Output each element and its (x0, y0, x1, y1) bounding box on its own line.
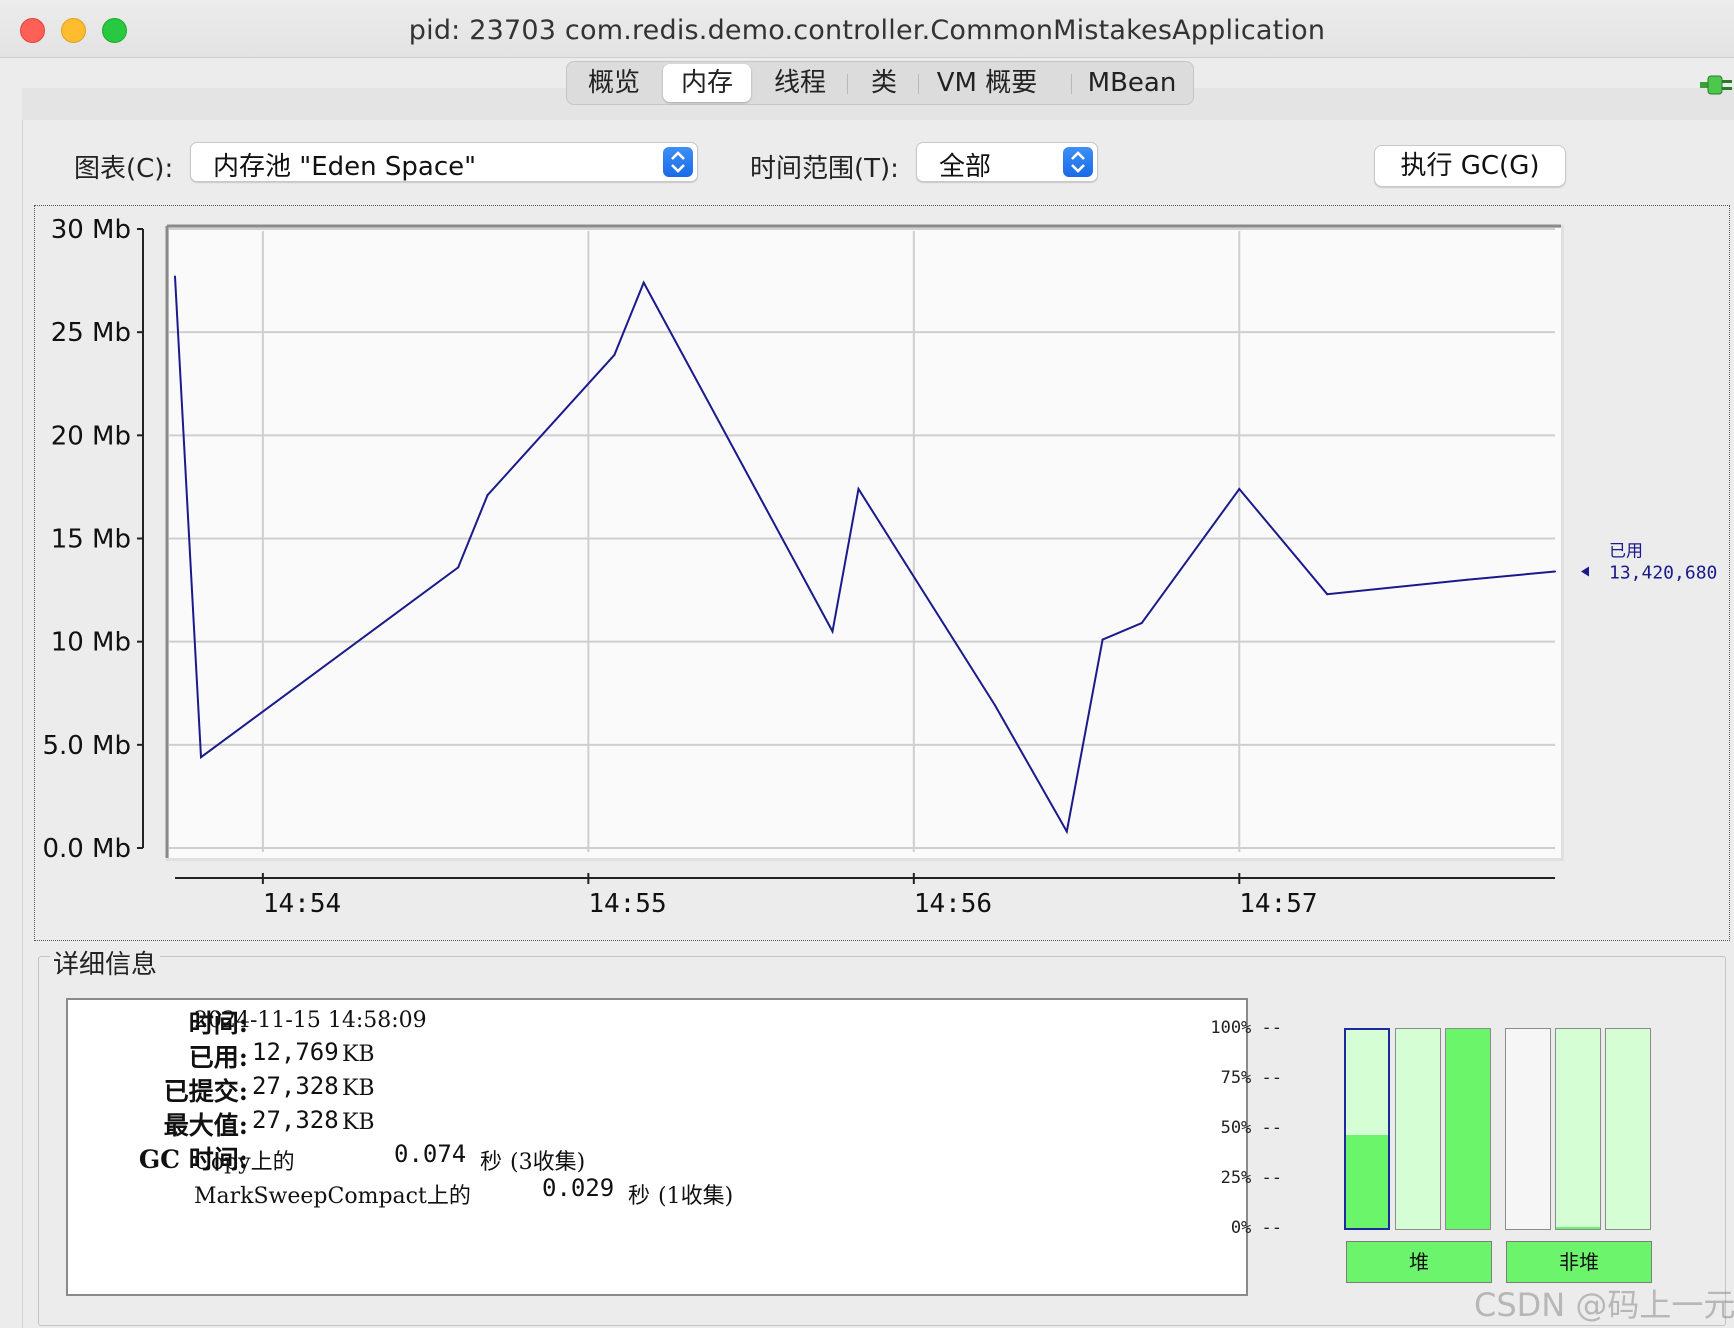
pool-bar-nonheap-3[interactable] (1605, 1028, 1651, 1230)
pool-bar-heap-survivor[interactable] (1395, 1028, 1441, 1230)
chart-select-label: 图表(C): (74, 154, 174, 184)
y-tick-label: 20 Mb (51, 421, 131, 451)
gc-collector-marksweep: MarkSweepCompact上的 (194, 1184, 471, 1209)
chart-select[interactable]: 内存池 "Eden Space" (190, 142, 698, 182)
pool-bar-fill (1556, 1227, 1600, 1229)
memory-chart-svg: 0.0 Mb 5.0 Mb 10 Mb 15 Mb 20 Mb 25 Mb 30 Mb 14:… (42, 215, 1717, 919)
max-unit: KB (342, 1110, 375, 1135)
gc-unit-copy: 秒 (480, 1150, 503, 1175)
data-point (613, 353, 616, 356)
data-point (831, 630, 834, 633)
tab-vm-summary[interactable]: VM 概要 (922, 64, 1052, 102)
tab-separator (918, 74, 919, 94)
gc-time-copy: 0.074 (394, 1140, 467, 1168)
tab-classes[interactable]: 类 (853, 64, 915, 102)
gc-count-copy: (3收集) (510, 1150, 586, 1175)
used-unit: KB (342, 1042, 375, 1067)
data-point (1466, 578, 1469, 581)
pool-bar-heap-tenured[interactable] (1445, 1028, 1491, 1230)
chart-select-value: 内存池 "Eden Space" (213, 152, 477, 182)
data-point (1140, 622, 1143, 625)
memory-chart: 0.0 Mb 5.0 Mb 10 Mb 15 Mb 20 Mb 25 Mb 30 Mb 14:… (34, 205, 1730, 941)
title-bar: pid: 23703 com.redis.demo.controller.Com… (0, 0, 1734, 58)
data-point (642, 281, 645, 284)
gc-time-marksweep: 0.029 (542, 1174, 615, 1202)
plot-area (169, 228, 1561, 858)
time-range-select[interactable]: 全部 (916, 142, 1098, 182)
y-tick-label: 15 Mb (51, 525, 131, 555)
nonheap-button[interactable]: 非堆 (1506, 1241, 1652, 1283)
data-point (457, 566, 460, 569)
gc-count-marksweep: (1收集) (658, 1184, 734, 1209)
pool-axis-label: 0% -- (1230, 1218, 1282, 1238)
pool-bar-fill (1446, 1029, 1490, 1229)
data-point (1554, 570, 1556, 573)
time-range-value: 全部 (939, 152, 992, 182)
data-point (1238, 487, 1241, 490)
data-point (174, 275, 176, 278)
committed-unit: KB (342, 1076, 375, 1101)
max-label: 最大值: (163, 1111, 248, 1140)
connection-plug-icon[interactable] (1700, 72, 1734, 98)
data-point (857, 487, 860, 490)
pool-axis-label: 100% -- (1210, 1018, 1282, 1038)
chevron-up-down-icon (663, 147, 693, 177)
details-panel: 时间: 2024-11-15 14:58:09 已用: 12,769 KB 已提… (66, 998, 1248, 1296)
committed-value: 27,328 (252, 1072, 339, 1100)
gc-unit-marksweep: 秒 (628, 1184, 651, 1209)
pool-axis-label: 75% -- (1220, 1068, 1282, 1088)
heap-button[interactable]: 堆 (1346, 1241, 1492, 1283)
details-section-title: 详细信息 (50, 944, 161, 981)
tab-threads[interactable]: 线程 (757, 64, 843, 102)
max-value: 27,328 (252, 1106, 339, 1134)
pool-axis-label: 25% -- (1220, 1168, 1282, 1188)
committed-label: 已提交: (163, 1077, 248, 1106)
pool-bar-nonheap-2[interactable] (1555, 1028, 1601, 1230)
pool-bar-fill (1346, 1134, 1388, 1228)
tab-overview[interactable]: 概览 (575, 64, 653, 102)
used-value: 12,769 (252, 1038, 339, 1066)
chevron-up-down-icon (1063, 147, 1093, 177)
legend-series-name: 已用 (1609, 542, 1643, 562)
data-point (1065, 830, 1068, 833)
tab-bar: 概览 内存 线程 类 VM 概要 MBean (566, 61, 1194, 105)
tab-separator (847, 74, 848, 94)
legend-last-value: 13,420,680 (1609, 563, 1717, 584)
x-tick-label: 14:55 (588, 889, 666, 919)
data-point (1101, 638, 1104, 641)
y-tick-label: 30 Mb (51, 215, 131, 245)
y-tick-label: 0.0 Mb (42, 834, 131, 864)
y-tick-label: 25 Mb (51, 318, 131, 348)
pool-bar-nonheap-1[interactable] (1505, 1028, 1551, 1230)
tab-separator (1071, 74, 1072, 94)
window-title: pid: 23703 com.redis.demo.controller.Com… (408, 15, 1326, 46)
y-tick-label: 10 Mb (51, 628, 131, 658)
perform-gc-button[interactable]: 执行 GC(G) (1374, 145, 1566, 187)
data-point (200, 756, 203, 759)
pool-bar-heap-eden[interactable] (1344, 1028, 1390, 1230)
data-point (486, 494, 489, 497)
pool-axis-label: 50% -- (1220, 1118, 1282, 1138)
time-value: 2024-11-15 14:58:09 (194, 1008, 427, 1033)
x-tick-label: 14:54 (263, 889, 341, 919)
used-label: 已用: (188, 1043, 248, 1072)
y-tick-label: 5.0 Mb (42, 731, 131, 761)
tab-mbean[interactable]: MBean (1075, 64, 1189, 102)
gc-collector-copy: Copy上的 (194, 1150, 295, 1175)
data-point (1326, 593, 1329, 596)
watermark: CSDN @码上一元 (1474, 1286, 1734, 1324)
legend-marker-icon (1581, 566, 1589, 577)
tab-memory[interactable]: 内存 (663, 64, 751, 102)
x-tick-label: 14:57 (1239, 889, 1317, 919)
data-point (994, 704, 997, 707)
x-tick-label: 14:56 (914, 889, 992, 919)
time-range-label: 时间范围(T): (750, 154, 899, 184)
